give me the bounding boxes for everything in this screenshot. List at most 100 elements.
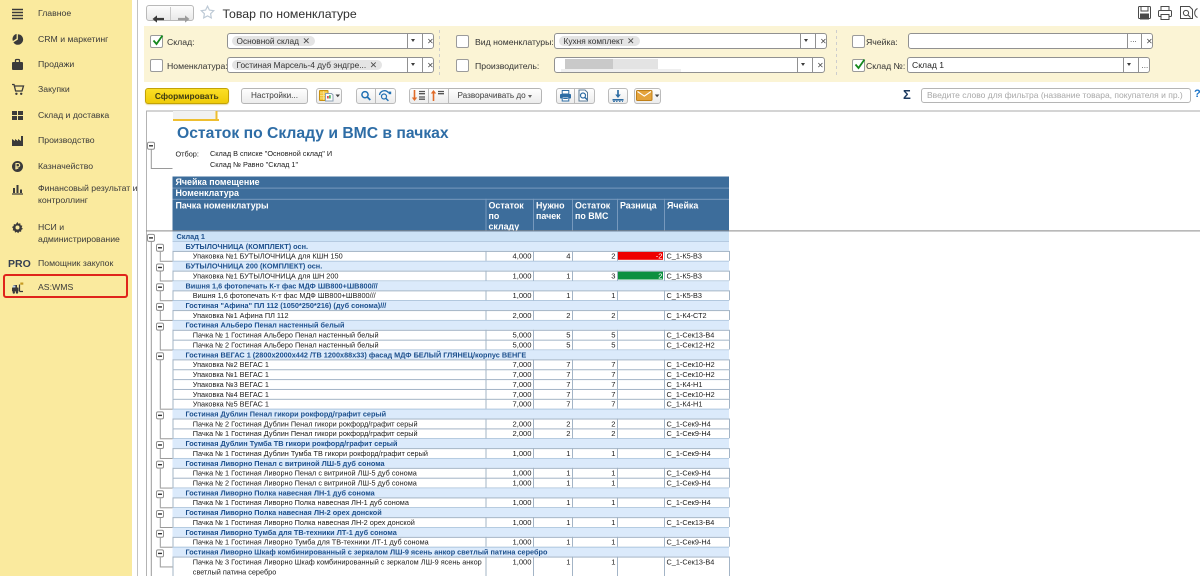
- svg-text:2: 2: [611, 252, 615, 261]
- svg-text:7: 7: [611, 380, 615, 389]
- svg-text:1,000: 1,000: [512, 498, 531, 507]
- svg-text:Гостиная Ливорно Пенал с витри: Гостиная Ливорно Пенал с витриной ЛШ-5 д…: [186, 459, 386, 468]
- svg-text:1: 1: [566, 518, 570, 527]
- svg-text:1: 1: [566, 469, 570, 478]
- svg-text:Вишня 1,6 фотопечать К-т фас М: Вишня 1,6 фотопечать К-т фас МДФ ШВ800+Ш…: [193, 291, 377, 300]
- svg-text:Вишня 1,6 фотопечать К-т фас М: Вишня 1,6 фотопечать К-т фас МДФ ШВ800+Ш…: [186, 281, 378, 290]
- svg-text:С_1-Сек9-Н4: С_1-Сек9-Н4: [667, 429, 711, 438]
- svg-text:Пачка № 1 Гостиная Ливорно Пол: Пачка № 1 Гостиная Ливорно Полка навесна…: [193, 498, 410, 507]
- svg-text:Упаковка №1 Афина ПЛ 112: Упаковка №1 Афина ПЛ 112: [193, 311, 289, 320]
- svg-text:С_1-Сек9-Н4: С_1-Сек9-Н4: [667, 419, 711, 428]
- svg-text:С_1-Сек10-Н2: С_1-Сек10-Н2: [667, 390, 715, 399]
- svg-text:Гостиная Ливорно Полка навесна: Гостиная Ливорно Полка навесная ЛН-1 дуб…: [186, 488, 376, 497]
- svg-text:Пачка № 2 Гостиная Ливорно Пен: Пачка № 2 Гостиная Ливорно Пенал с витри…: [193, 479, 418, 488]
- svg-text:5,000: 5,000: [512, 331, 531, 340]
- svg-text:С_1-Сек9-Н4: С_1-Сек9-Н4: [667, 469, 711, 478]
- svg-text:7,000: 7,000: [512, 390, 531, 399]
- svg-text:1: 1: [566, 538, 570, 547]
- svg-text:Остаток по Складу и ВМС в пачк: Остаток по Складу и ВМС в пачках: [177, 125, 449, 142]
- svg-text:3: 3: [611, 271, 615, 280]
- svg-text:Гостиная Ливорно Тумба для ТВ-: Гостиная Ливорно Тумба для ТВ-техники ЛТ…: [186, 528, 398, 537]
- svg-text:-2: -2: [656, 252, 663, 261]
- svg-text:Склад № Равно "Склад 1": Склад № Равно "Склад 1": [210, 160, 298, 169]
- svg-text:С_1-К5-В3: С_1-К5-В3: [667, 252, 702, 261]
- svg-text:1: 1: [566, 449, 570, 458]
- svg-text:Пачка № 1 Гостиная Ливорно Пен: Пачка № 1 Гостиная Ливорно Пенал с витри…: [193, 469, 418, 478]
- svg-text:1: 1: [566, 291, 570, 300]
- svg-text:С_1-Сек13-В4: С_1-Сек13-В4: [667, 331, 715, 340]
- svg-text:С_1-К4-СТ2: С_1-К4-СТ2: [667, 311, 707, 320]
- svg-text:2: 2: [611, 311, 615, 320]
- svg-text:С_1-Сек10-Н2: С_1-Сек10-Н2: [667, 370, 715, 379]
- svg-text:2,000: 2,000: [512, 429, 531, 438]
- svg-text:1: 1: [611, 469, 615, 478]
- svg-text:7: 7: [611, 400, 615, 409]
- svg-text:5,000: 5,000: [512, 340, 531, 349]
- svg-text:Пачка № 1 Гостиная Дублин Тумб: Пачка № 1 Гостиная Дублин Тумба ТВ гикор…: [193, 449, 428, 458]
- svg-text:Упаковка №5 ВЕГАС 1: Упаковка №5 ВЕГАС 1: [193, 400, 269, 409]
- svg-text:С_1-Сек9-Н4: С_1-Сек9-Н4: [667, 498, 711, 507]
- svg-text:1: 1: [566, 271, 570, 280]
- svg-text:Гостиная "Афина" ПЛ 112 (1050*: Гостиная "Афина" ПЛ 112 (1050*250*216) (…: [186, 301, 387, 310]
- svg-text:5: 5: [611, 340, 615, 349]
- svg-text:Пачка № 1 Гостиная Альберо Пен: Пачка № 1 Гостиная Альберо Пенал настенн…: [193, 331, 379, 340]
- svg-text:Упаковка №3 ВЕГАС 1: Упаковка №3 ВЕГАС 1: [193, 380, 269, 389]
- svg-text:Гостиная Ливорно Шкаф комбинир: Гостиная Ливорно Шкаф комбинированный с …: [186, 548, 548, 557]
- svg-text:1,000: 1,000: [512, 291, 531, 300]
- svg-text:С_1-Сек9-Н4: С_1-Сек9-Н4: [667, 479, 711, 488]
- svg-text:1: 1: [566, 557, 570, 566]
- svg-text:2: 2: [611, 419, 615, 428]
- svg-text:Упаковка №1 БУТЫЛОЧНИЦА для КШ: Упаковка №1 БУТЫЛОЧНИЦА для КШН 150: [193, 252, 343, 261]
- svg-text:С_1-Сек13-В4: С_1-Сек13-В4: [667, 557, 715, 566]
- svg-text:пачек: пачек: [536, 211, 561, 221]
- svg-text:Пачка № 2 Гостиная Альберо Пен: Пачка № 2 Гостиная Альберо Пенал настенн…: [193, 340, 379, 349]
- svg-text:2: 2: [611, 429, 615, 438]
- svg-text:Пачка № 1 Гостиная Ливорно Тум: Пачка № 1 Гостиная Ливорно Тумба для ТВ-…: [193, 538, 430, 547]
- svg-text:Пачка номенклатуры: Пачка номенклатуры: [176, 201, 269, 211]
- svg-text:5: 5: [566, 340, 570, 349]
- svg-text:С_1-Сек12-Н2: С_1-Сек12-Н2: [667, 340, 715, 349]
- svg-text:2: 2: [658, 271, 662, 280]
- svg-text:5: 5: [611, 331, 615, 340]
- svg-text:Остаток: Остаток: [575, 201, 611, 211]
- svg-text:2,000: 2,000: [512, 311, 531, 320]
- svg-text:7,000: 7,000: [512, 370, 531, 379]
- svg-text:С_1-К4-Н1: С_1-К4-Н1: [667, 400, 703, 409]
- svg-text:С_1-К4-Н1: С_1-К4-Н1: [667, 380, 703, 389]
- svg-text:Ячейка помещение: Ячейка помещение: [176, 177, 260, 187]
- svg-text:5: 5: [566, 331, 570, 340]
- svg-text:Упаковка №1 ВЕГАС 1: Упаковка №1 ВЕГАС 1: [193, 370, 269, 379]
- svg-text:Гостиная ВЕГАС 1 (2800х2000х44: Гостиная ВЕГАС 1 (2800х2000х442 /ТВ 1200…: [186, 350, 527, 359]
- svg-text:Пачка № 1 Гостиная Ливорно Пол: Пачка № 1 Гостиная Ливорно Полка навесна…: [193, 518, 415, 527]
- svg-text:1: 1: [611, 518, 615, 527]
- svg-text:1,000: 1,000: [512, 518, 531, 527]
- svg-text:7,000: 7,000: [512, 400, 531, 409]
- svg-text:Нужно: Нужно: [536, 201, 565, 211]
- svg-text:1,000: 1,000: [512, 449, 531, 458]
- svg-text:1,000: 1,000: [512, 538, 531, 547]
- svg-text:БУТЫЛОЧНИЦА 200 (КОМПЛЕКТ) осн: БУТЫЛОЧНИЦА 200 (КОМПЛЕКТ) осн.: [186, 262, 323, 271]
- svg-text:1: 1: [611, 557, 615, 566]
- svg-text:Склад 1: Склад 1: [177, 232, 205, 241]
- svg-text:С_1-Сек9-Н4: С_1-Сек9-Н4: [667, 538, 711, 547]
- svg-text:7,000: 7,000: [512, 360, 531, 369]
- svg-text:Гостиная Альберо Пенал настенн: Гостиная Альберо Пенал настенный белый: [186, 321, 345, 330]
- svg-text:Пачка № 1 Гостиная Дублин Пена: Пачка № 1 Гостиная Дублин Пенал гикори р…: [193, 429, 418, 438]
- svg-text:1: 1: [566, 498, 570, 507]
- svg-text:2: 2: [566, 311, 570, 320]
- svg-text:Ячейка: Ячейка: [667, 201, 698, 211]
- svg-text:7: 7: [566, 400, 570, 409]
- svg-text:по: по: [489, 211, 500, 221]
- svg-text:С_1-Сек13-В4: С_1-Сек13-В4: [667, 518, 715, 527]
- svg-text:Гостиная Дублин Пенал гикори р: Гостиная Дублин Пенал гикори рокфорд/гра…: [186, 409, 387, 418]
- svg-text:Разница: Разница: [620, 201, 657, 211]
- svg-text:по ВМС: по ВМС: [575, 211, 609, 221]
- svg-text:7: 7: [566, 390, 570, 399]
- svg-text:7,000: 7,000: [512, 380, 531, 389]
- svg-text:Упаковка №4 ВЕГАС 1: Упаковка №4 ВЕГАС 1: [193, 390, 269, 399]
- svg-text:Отбор:: Отбор:: [176, 149, 199, 158]
- svg-text:С_1-Сек9-Н4: С_1-Сек9-Н4: [667, 449, 711, 458]
- svg-text:Пачка № 3 Гостиная Ливорно Шка: Пачка № 3 Гостиная Ливорно Шкаф комбинир…: [193, 557, 482, 566]
- svg-text:1: 1: [611, 479, 615, 488]
- svg-text:Остаток: Остаток: [489, 201, 525, 211]
